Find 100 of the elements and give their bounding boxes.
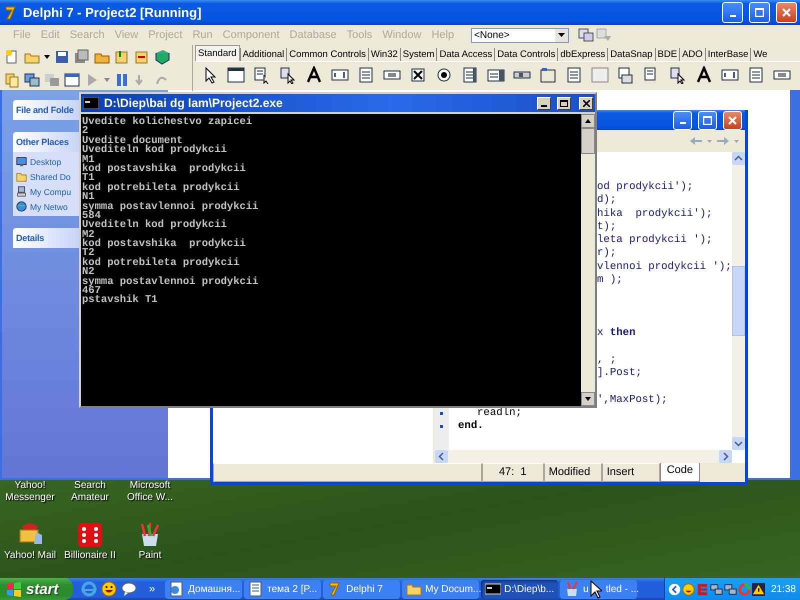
menu-icon[interactable]: [253, 66, 271, 84]
palette-tab[interactable]: We: [750, 48, 770, 61]
warning-icon[interactable]: [752, 582, 765, 596]
console-line: pstavshik T1: [82, 296, 158, 306]
save-all-icon[interactable]: [74, 48, 90, 64]
minimize-button[interactable]: [537, 96, 551, 110]
desktop-icon-label[interactable]: Paint: [120, 550, 180, 562]
form-list-icon[interactable]: [24, 72, 40, 88]
document-icon: [248, 581, 264, 597]
desktop-icon-label[interactable]: Yahoo! Mail: [0, 550, 60, 562]
network-globe-icon: [16, 201, 27, 212]
popup-menu-icon[interactable]: [669, 66, 687, 84]
palette-tab[interactable]: Standard: [195, 45, 240, 61]
palette-tab[interactable]: BDE: [654, 48, 680, 61]
desktop-icon-label[interactable]: Microsoft Office W...: [120, 480, 180, 504]
close-button[interactable]: [579, 96, 593, 110]
console-line: symma postavlennoi prodykcii: [82, 278, 258, 288]
taskbar-button[interactable]: My Docum...: [402, 580, 480, 598]
console-line: 584: [82, 212, 101, 222]
insert-mode-status: Insert: [602, 463, 660, 482]
window-icon[interactable]: [227, 66, 245, 84]
palette-tab[interactable]: System: [400, 48, 436, 61]
vertical-scrollbar[interactable]: [581, 114, 595, 406]
chevron-left-icon[interactable]: [668, 582, 681, 596]
label-icon[interactable]: [695, 66, 713, 84]
scroll-left-icon: [435, 450, 448, 463]
paint-brushes-icon: [564, 581, 580, 597]
maximize-icon: [560, 100, 568, 106]
smiley-icon[interactable]: [101, 581, 117, 597]
console-line: kod potrebileta prodykcii: [82, 258, 240, 268]
dice-icon[interactable]: [76, 522, 104, 548]
chat-bubble-icon[interactable]: [121, 581, 137, 597]
palette-tab[interactable]: DataSnap: [607, 48, 655, 61]
network-icon[interactable]: [710, 582, 723, 596]
pause-icon[interactable]: [114, 72, 130, 88]
code-line: ].Post;: [597, 367, 642, 380]
network-icon[interactable]: [724, 582, 737, 596]
new-form-icon[interactable]: [64, 72, 80, 88]
taskbar-button[interactable]: Delphi 7: [323, 580, 400, 598]
scroll-thumb-icon: [732, 266, 745, 336]
editor-tab[interactable]: Code: [660, 463, 700, 482]
toggle-unit-icon[interactable]: [595, 27, 614, 43]
palette-tab[interactable]: Data Controls: [494, 48, 558, 61]
console-line: N2: [82, 268, 95, 278]
palette-tab[interactable]: Data Access: [436, 48, 494, 61]
maximize-button[interactable]: [557, 96, 571, 110]
section-header[interactable]: File and Folde: [13, 100, 81, 120]
code-line: , ;: [597, 354, 616, 367]
palette-tab[interactable]: Additional: [240, 48, 286, 61]
checkbox-icon[interactable]: [409, 66, 427, 84]
palette-tab[interactable]: Common Controls: [286, 48, 368, 61]
maximize-icon: [703, 116, 712, 124]
taskbar-button[interactable]: тема 2 [P...: [244, 580, 322, 598]
close-icon: [728, 116, 737, 124]
console-line: N1: [82, 193, 95, 203]
show-more-button[interactable]: »: [149, 583, 156, 595]
start-button[interactable]: start: [0, 578, 73, 600]
action-list-icon[interactable]: [617, 66, 635, 84]
taskbar-button[interactable]: Домашня...: [165, 580, 242, 598]
remove-file-icon[interactable]: [134, 48, 150, 64]
code-line: m );: [597, 274, 623, 288]
code-line: ',MaxPost);: [597, 394, 668, 408]
vertical-scrollbar[interactable]: [732, 152, 745, 450]
desktop-icon-label[interactable]: Search Amateur: [60, 480, 120, 504]
label-icon[interactable]: [305, 66, 323, 84]
radio-icon[interactable]: [435, 66, 453, 84]
form-dropdown[interactable]: <None>: [471, 28, 570, 42]
toggle-icon[interactable]: [44, 72, 60, 88]
minimize-icon: [680, 122, 686, 124]
memo-icon[interactable]: [747, 66, 765, 84]
save-icon[interactable]: [54, 48, 70, 64]
place-link[interactable]: My Compu: [30, 186, 72, 196]
palette-tab[interactable]: InterBase: [704, 48, 750, 61]
taskbar-button[interactable]: u tled - ...: [560, 580, 638, 598]
code-line: od prodykcii');: [597, 181, 694, 194]
desktop-icon: [16, 156, 27, 167]
desktop-icon-label[interactable]: Yahoo! Messenger: [0, 480, 60, 504]
help-book-icon[interactable]: [154, 48, 170, 64]
section-header[interactable]: Details: [13, 228, 81, 248]
palette-tab[interactable]: dbExpress: [557, 48, 608, 61]
section-header[interactable]: Other Places: [13, 132, 81, 152]
listbox-icon[interactable]: [461, 66, 479, 84]
memo-icon[interactable]: [357, 66, 375, 84]
add-file-icon[interactable]: [114, 48, 130, 64]
horizontal-scrollbar[interactable]: [435, 450, 732, 463]
popup-menu-icon[interactable]: [279, 66, 297, 84]
toggle-form-icon[interactable]: [577, 27, 596, 43]
place-link[interactable]: My Netwo: [30, 202, 68, 212]
panel-icon[interactable]: [591, 66, 609, 84]
palette-tab[interactable]: ADO: [679, 48, 705, 61]
palette-tab[interactable]: Win32: [368, 48, 400, 61]
caret-icon[interactable]: [44, 54, 50, 58]
place-link[interactable]: Desktop: [30, 156, 62, 166]
groupbox-icon[interactable]: [539, 66, 557, 84]
desktop-icon-label[interactable]: Billionaire II: [60, 550, 120, 562]
maximize-icon: [755, 8, 764, 17]
minimize-icon: [541, 104, 547, 106]
radiogroup-icon[interactable]: [565, 66, 583, 84]
taskbar-button[interactable]: D:\Diep\b...: [481, 580, 558, 598]
place-link[interactable]: Shared Do: [30, 172, 71, 182]
